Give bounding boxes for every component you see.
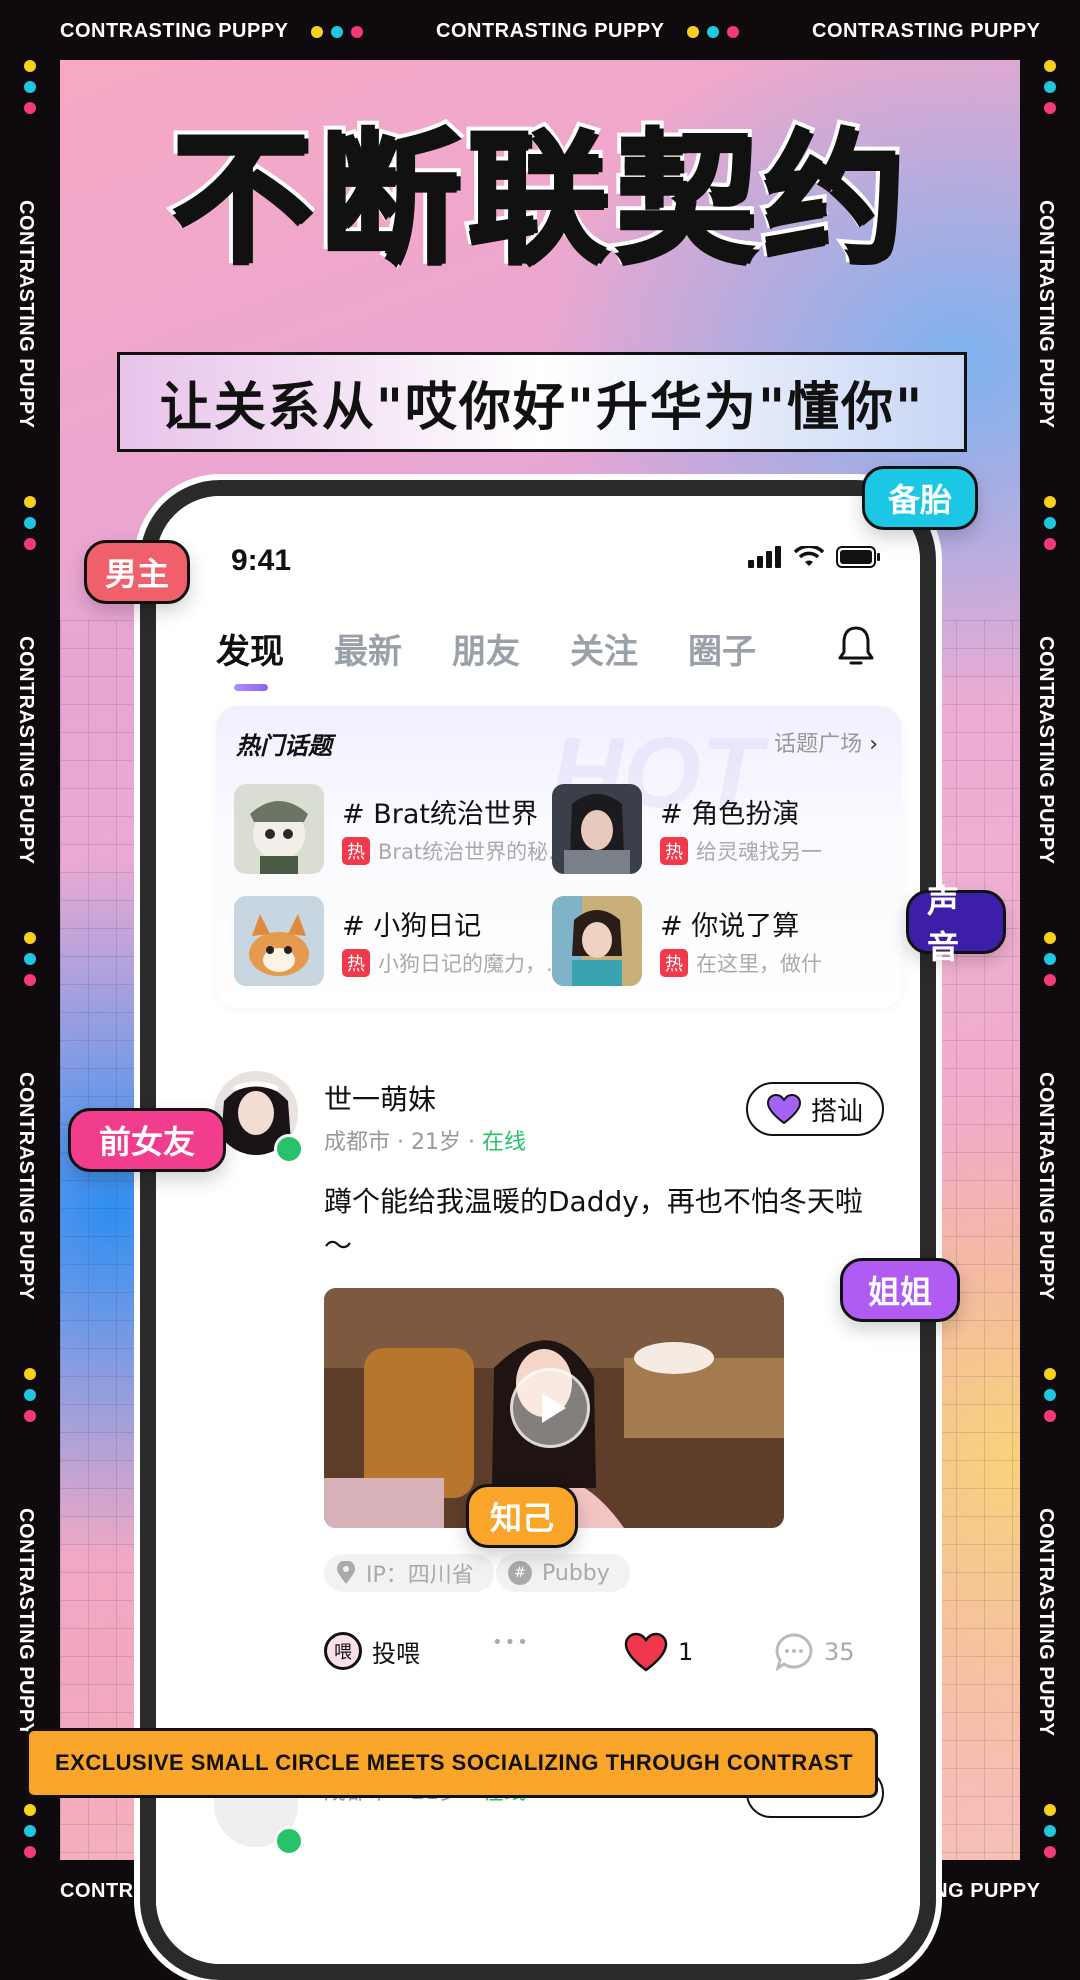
topic-name: # 角色扮演 [660,799,800,830]
play-icon[interactable] [510,1368,590,1448]
frame-dots [1044,1368,1056,1422]
heart-icon [766,1094,801,1124]
sticker-backup: 备胎 [862,466,978,530]
frame-label: CONTRASTING PUPPY [1035,1508,1057,1737]
frame-label: CONTRASTING PUPPY [812,20,1041,42]
more-options-icon[interactable]: ••• [492,1632,530,1653]
frame-dots [24,60,36,114]
left-frame-band: CONTRASTING PUPPY CONTRASTING PUPPY CONT… [0,60,60,1860]
frame-dots [24,1368,36,1422]
topic-item[interactable]: # 你说了算 热在这里，做什 [552,896,892,986]
tab-latest[interactable]: 最新 [334,624,402,673]
sticker-male-lead: 男主 [84,540,190,604]
comment-icon [775,1633,813,1672]
frame-label: CONTRASTING PUPPY [15,200,37,429]
subtitle: 让关系从"哎你好"升华为"懂你" [159,377,925,438]
frame-label: CONTRASTING PUPPY [1035,636,1057,865]
sticker-ex-girlfriend: 前女友 [68,1108,226,1172]
hashtag-icon: # [508,1561,532,1585]
hot-badge: 热 [342,837,370,865]
post-text: 蹲个能给我温暖的Daddy，再也不怕冬天啦～ [324,1185,863,1262]
verified-badge-icon [274,1134,304,1164]
comment-button[interactable]: 35 [774,1632,855,1672]
frame-dots [24,496,36,550]
frame-dots [24,932,36,986]
sticker-voice: 声音 [906,882,1006,966]
hot-topics-card: HOT 热门话题 话题广场 › # Brat统治世界 热 Brat统治世界的秘..… [216,706,902,1008]
bottom-banner: EXCLUSIVE SMALL CIRCLE MEETS SOCIALIZING… [26,1728,878,1798]
frame-dots [1044,496,1056,550]
battery-icon [836,546,880,568]
heart-icon [624,1632,668,1672]
topic-item[interactable]: # Brat统治世界 热 Brat统治世界的秘... [234,784,574,874]
topic-thumbnail [234,896,324,986]
status-time: 9:41 [231,544,292,577]
strike-up-chat-button[interactable]: 搭讪 [746,1082,884,1136]
frame-dots [310,25,363,38]
headline: 不断联契约 [166,114,910,282]
hot-badge: 热 [342,949,370,977]
topic-thumbnail [552,784,642,874]
tab-friends[interactable]: 朋友 [452,624,520,673]
frame-label: CONTRASTING PUPPY [436,20,739,43]
location-pin-icon [337,1561,355,1584]
tab-circles[interactable]: 圈子 [688,624,756,673]
sticker-soulmate: 知己 [466,1484,578,1548]
verified-badge-icon [274,1826,304,1856]
topic-thumbnail [234,784,324,874]
wifi-icon [794,546,824,566]
circle-tag[interactable]: # Pubby [496,1554,630,1592]
feed-tabs: 发现 最新 朋友 关注 圈子 [216,624,756,691]
frame-label: CONTRASTING PUPPY [1035,200,1057,429]
topic-item[interactable]: # 小狗日记 热小狗日记的魔力，... [234,896,574,986]
notification-bell-icon[interactable] [836,624,876,672]
frame-dots [1044,60,1056,114]
frame-label: CONTRASTING PUPPY [15,636,37,865]
status-icons [748,546,882,568]
topic-name: # 你说了算 [660,911,800,942]
frame-label: CONTRASTING PUPPY [60,20,363,43]
like-button[interactable]: 1 [624,1632,693,1672]
topic-desc: 热小狗日记的魔力，... [342,948,566,978]
topic-name: # Brat统治世界 [342,799,538,830]
frame-label: CONTRASTING PUPPY [1035,1072,1057,1301]
topic-desc: 热给灵魂找另一 [660,836,822,866]
feed-icon: 喂 [324,1632,362,1670]
frame-label: CONTRASTING PUPPY [15,1072,37,1301]
frame-dots [1044,932,1056,986]
frame-dots [24,1804,36,1858]
hot-badge: 热 [660,837,688,865]
frame-label: CONTRASTING PUPPY [15,1508,37,1737]
frame-dots [686,25,739,38]
chevron-right-icon: › [869,732,878,757]
topic-plaza-link[interactable]: 话题广场 › [774,726,878,758]
topic-item[interactable]: # 角色扮演 热给灵魂找另一 [552,784,892,874]
post-username[interactable]: 世一萌妹 [324,1078,436,1118]
topic-desc: 热在这里，做什 [660,948,822,978]
feed-button[interactable]: 喂 投喂 [324,1632,420,1670]
right-frame-band: CONTRASTING PUPPY CONTRASTING PUPPY CONT… [1020,60,1080,1860]
ip-location-tag: IP：四川省 [324,1554,494,1592]
signal-icon [748,546,781,568]
top-frame-band: CONTRASTING PUPPY CONTRASTING PUPPY CONT… [0,0,1080,60]
topic-thumbnail [552,896,642,986]
hot-topics-title: 热门话题 [236,732,332,760]
sticker-sister: 姐姐 [840,1258,960,1322]
topic-name: # 小狗日记 [342,911,482,942]
topic-desc: 热 Brat统治世界的秘... [342,836,568,866]
subtitle-box: 让关系从"哎你好"升华为"懂你" [117,352,967,452]
tab-discover[interactable]: 发现 [216,624,284,691]
tab-following[interactable]: 关注 [570,624,638,673]
post-meta: 成都市 · 21岁 · 在线 [324,1130,526,1155]
hot-badge: 热 [660,949,688,977]
frame-dots [1044,1804,1056,1858]
